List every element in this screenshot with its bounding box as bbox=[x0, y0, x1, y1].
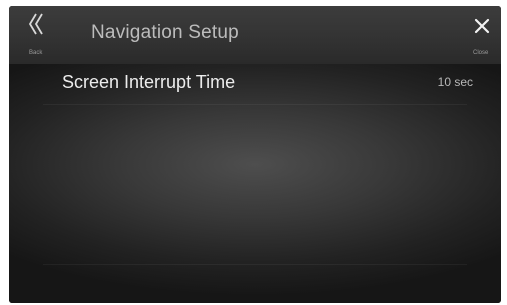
row-divider bbox=[43, 264, 467, 265]
page-title: Navigation Setup bbox=[91, 22, 239, 43]
back-button[interactable]: Back bbox=[15, 10, 55, 58]
navigation-setup-screen: Back Navigation Setup Close Screen Inter… bbox=[9, 6, 501, 303]
setting-row-screen-interrupt-time[interactable]: Screen Interrupt Time 10 sec bbox=[9, 64, 501, 104]
close-icon bbox=[474, 18, 490, 34]
close-label: Close bbox=[473, 50, 489, 56]
back-label: Back bbox=[29, 50, 43, 56]
setting-label: Screen Interrupt Time bbox=[62, 72, 236, 92]
settings-list: Screen Interrupt Time 10 sec bbox=[9, 64, 501, 303]
close-button[interactable]: Close bbox=[461, 10, 501, 58]
row-divider bbox=[43, 104, 467, 105]
double-chevron-left-icon bbox=[28, 13, 43, 35]
setting-value: 10 sec bbox=[437, 75, 473, 89]
header-bar: Back Navigation Setup Close bbox=[9, 6, 501, 64]
